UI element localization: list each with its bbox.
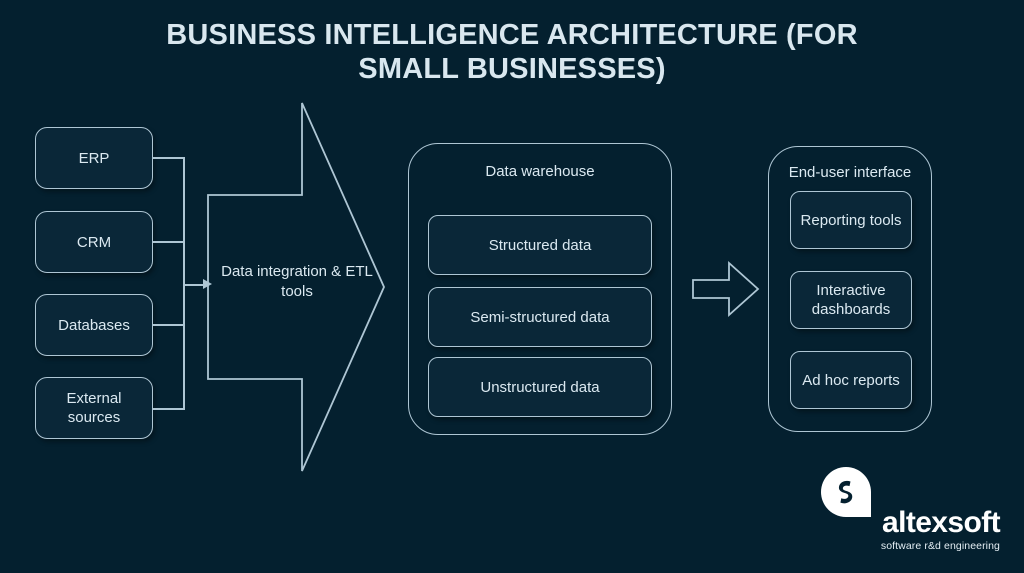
page-title: BUSINESS INTELLIGENCE ARCHITECTURE (FOR …: [166, 19, 858, 85]
altexsoft-logo: altexsoft software r&d engineering: [820, 466, 1001, 552]
source-box-external-sources: External sources: [35, 377, 153, 439]
end-user-item-interactive-dashboards: Interactive dashboards: [790, 271, 912, 329]
altexsoft-mark-icon: [820, 466, 872, 518]
data-warehouse-item-label: Unstructured data: [480, 378, 600, 396]
source-box-databases: Databases: [35, 294, 153, 356]
end-user-item-label: Ad hoc reports: [802, 371, 900, 389]
data-warehouse-item-label: Semi-structured data: [470, 308, 610, 326]
logo-tagline: software r&d engineering: [880, 540, 1000, 552]
source-box-label: CRM: [76, 233, 112, 251]
source-box-erp: ERP: [35, 127, 153, 189]
end-user-item-ad-hoc-reports: Ad hoc reports: [790, 351, 912, 409]
end-user-interface-title: End-user interface: [788, 164, 912, 181]
end-user-item-reporting-tools: Reporting tools: [790, 191, 912, 249]
data-warehouse-item-semi-structured: Semi-structured data: [428, 287, 652, 347]
right-arrow-icon: [691, 260, 761, 318]
connector-databases: [153, 324, 184, 326]
end-user-item-label: Reporting tools: [800, 211, 902, 229]
source-box-label: Databases: [58, 316, 130, 334]
source-box-label: ERP: [78, 149, 110, 167]
data-warehouse-item-structured: Structured data: [428, 215, 652, 275]
data-warehouse-item-unstructured: Unstructured data: [428, 357, 652, 417]
source-box-crm: CRM: [35, 211, 153, 273]
connector-external-sources: [153, 408, 184, 410]
etl-label: Data integration & ETL tools: [221, 263, 373, 300]
data-warehouse-title: Data warehouse: [485, 163, 595, 180]
logo-wordmark: altexsoft: [882, 506, 1001, 539]
source-box-label: External sources: [66, 390, 122, 426]
end-user-item-label: Interactive dashboards: [811, 282, 891, 318]
bi-architecture-diagram: BUSINESS INTELLIGENCE ARCHITECTURE (FOR …: [0, 0, 1024, 573]
data-warehouse-item-label: Structured data: [488, 236, 592, 254]
connector-erp: [153, 157, 184, 159]
connector-crm: [153, 241, 184, 243]
